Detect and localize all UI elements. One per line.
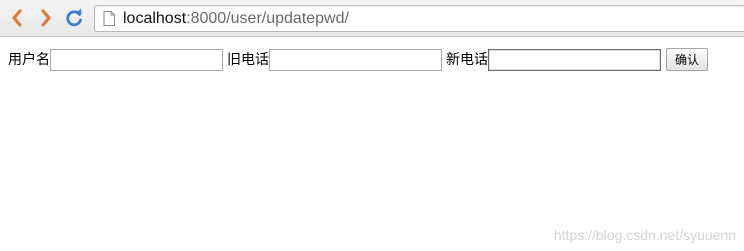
url-path: :8000/user/updatepwd/: [186, 9, 349, 27]
reload-button[interactable]: [64, 8, 84, 28]
reload-icon: [66, 8, 82, 27]
address-bar[interactable]: localhost:8000/user/updatepwd/: [94, 5, 744, 32]
chevron-right-icon: [41, 9, 51, 27]
back-button[interactable]: [7, 8, 27, 28]
forward-button[interactable]: [36, 8, 56, 28]
update-form: 用户名 旧电话 新电话 确认: [8, 48, 709, 71]
new-phone-input[interactable]: [488, 48, 661, 71]
address-url[interactable]: localhost:8000/user/updatepwd/: [123, 10, 349, 28]
username-input[interactable]: [50, 48, 223, 71]
old-phone-input[interactable]: [269, 48, 442, 71]
browser-toolbar: localhost:8000/user/updatepwd/: [0, 0, 744, 37]
url-host: localhost: [123, 9, 187, 27]
page-icon: [103, 11, 115, 26]
confirm-button[interactable]: 确认: [666, 48, 709, 71]
new-phone-label: 新电话: [446, 51, 488, 68]
old-phone-label: 旧电话: [227, 51, 269, 68]
watermark: https://blog.csdn.net/syuuenn: [553, 227, 736, 243]
username-label: 用户名: [8, 51, 50, 68]
chevron-left-icon: [12, 9, 22, 27]
